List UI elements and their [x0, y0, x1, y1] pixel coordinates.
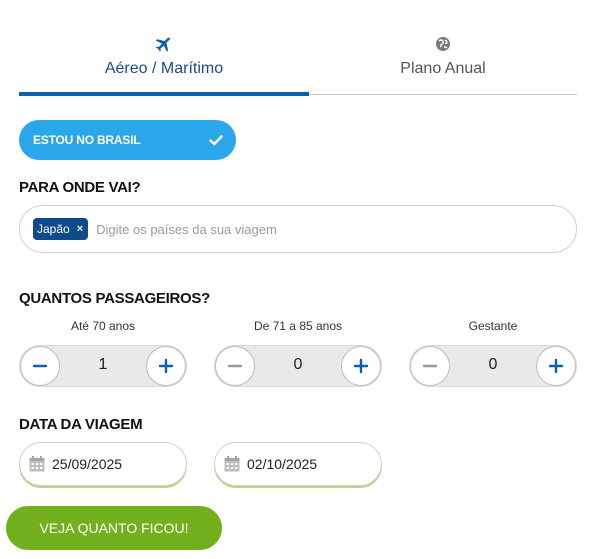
departure-date-field[interactable]: 25/09/2025	[19, 442, 187, 486]
calendar-icon	[29, 456, 45, 472]
veja-quanto-ficou-button[interactable]: VEJA QUANTO FICOU!	[6, 506, 222, 550]
remove-tag-icon[interactable]: ×	[77, 223, 83, 235]
decrement-button[interactable]	[410, 346, 450, 386]
passenger-group-label: Até 70 anos	[70, 319, 136, 333]
passengers-heading: QUANTOS PASSAGEIROS?	[19, 290, 210, 307]
decrement-button[interactable]	[215, 346, 255, 386]
passenger-count: 0	[488, 356, 498, 373]
passenger-group-label: De 71 a 85 anos	[253, 319, 343, 333]
departure-date-value: 25/09/2025	[52, 456, 123, 472]
decrement-button[interactable]	[20, 346, 60, 386]
return-date-field[interactable]: 02/10/2025	[214, 442, 382, 486]
plus-icon	[158, 358, 174, 374]
passenger-group-71-85: De 71 a 85 anos 0	[214, 319, 382, 387]
destination-tag-label: Japão	[37, 222, 70, 236]
destination-input[interactable]	[94, 220, 499, 238]
increment-button[interactable]	[341, 346, 381, 386]
destination-tag: Japão ×	[33, 218, 89, 240]
quantity-stepper: 1	[19, 345, 187, 387]
airplane-icon	[155, 37, 170, 52]
estou-no-brasil-label: ESTOU NO BRASIL	[33, 133, 141, 147]
dates-heading: DATA DA VIAGEM	[19, 416, 143, 433]
minus-icon	[422, 364, 438, 368]
plus-icon	[548, 358, 564, 374]
destination-field[interactable]: Japão ×	[19, 205, 577, 253]
quantity-stepper: 0	[214, 345, 382, 387]
passenger-count: 0	[293, 356, 303, 373]
checkmark-icon	[209, 135, 223, 146]
active-tab-indicator	[19, 92, 309, 96]
tab-aereo-maritimo[interactable]: Aéreo / Marítimo	[19, 26, 309, 96]
minus-icon	[227, 364, 243, 368]
passenger-count: 1	[98, 356, 108, 373]
tab-plano-anual[interactable]: Plano Anual	[309, 26, 577, 96]
return-date-value: 02/10/2025	[247, 456, 318, 472]
quantity-stepper: 0	[409, 345, 577, 387]
increment-button[interactable]	[146, 346, 186, 386]
calendar-icon	[224, 456, 240, 472]
passenger-group-gestante: Gestante 0	[409, 319, 577, 387]
destination-heading: PARA ONDE VAI?	[19, 179, 141, 196]
trip-type-tabs: Aéreo / Marítimo Plano Anual	[19, 26, 577, 96]
estou-no-brasil-toggle[interactable]: ESTOU NO BRASIL	[19, 120, 236, 160]
tab-aereo-label: Aéreo / Marítimo	[104, 60, 224, 77]
increment-button[interactable]	[536, 346, 576, 386]
passenger-group-ate-70: Até 70 anos 1	[19, 319, 187, 387]
plus-icon	[353, 358, 369, 374]
minus-icon	[32, 364, 48, 368]
tab-plano-label: Plano Anual	[400, 60, 486, 77]
passenger-group-label: Gestante	[468, 319, 518, 333]
globe-icon	[436, 37, 450, 51]
